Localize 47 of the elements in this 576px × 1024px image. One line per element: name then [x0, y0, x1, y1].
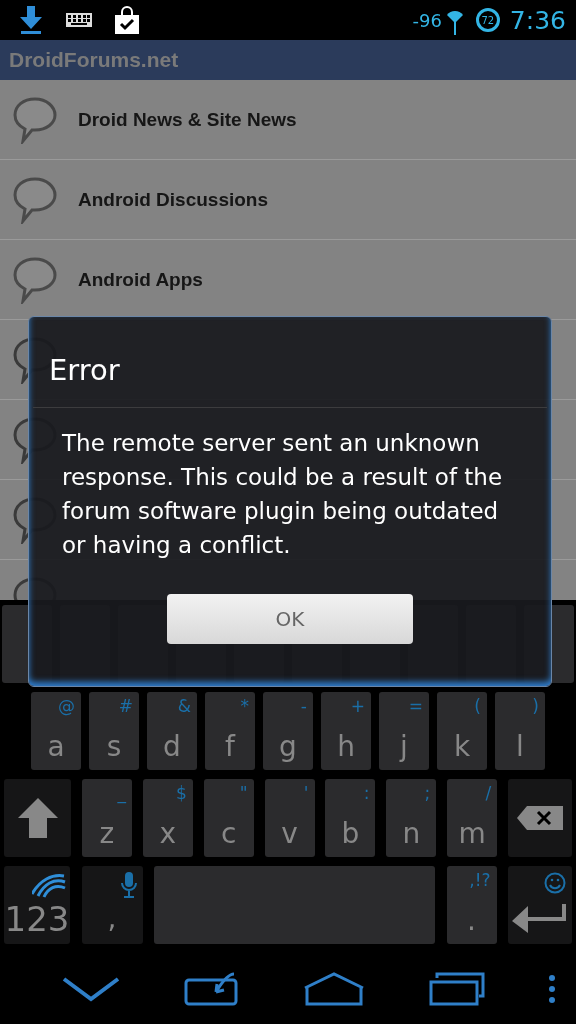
home-icon[interactable] [303, 972, 365, 1006]
speech-bubble-icon [12, 175, 58, 224]
ok-button[interactable]: OK [167, 594, 413, 644]
enter-key[interactable] [508, 866, 572, 944]
rotate-screen-icon[interactable] [183, 972, 240, 1006]
char-key[interactable]: ) l [495, 692, 545, 770]
char-key[interactable]: = j [379, 692, 429, 770]
char-key[interactable]: : b [325, 779, 376, 857]
char-key[interactable]: ,!? . [446, 866, 497, 944]
clock-time: 7:36 [509, 5, 566, 35]
backspace-icon [517, 806, 563, 830]
char-key[interactable]: ( k [437, 692, 487, 770]
shift-key[interactable] [4, 779, 71, 857]
char-key[interactable]: - g [263, 692, 313, 770]
forum-list-item[interactable]: Droid News & Site News [0, 80, 576, 160]
char-key[interactable]: / m [447, 779, 498, 857]
download-icon [18, 5, 44, 35]
char-key[interactable]: + h [321, 692, 371, 770]
overflow-menu-icon[interactable] [548, 974, 556, 1004]
enter-arrow-icon [512, 904, 568, 934]
shopping-bag-check-icon [114, 6, 140, 34]
chevron-down-icon[interactable] [62, 976, 120, 1002]
char-key[interactable]: * f [205, 692, 255, 770]
recent-apps-icon[interactable] [428, 972, 485, 1006]
microphone-icon [120, 872, 137, 898]
dialog-message: The remote server sent an unknown response. This could be a result of the forum software plugin being outdated or having a conflict. [62, 429, 504, 560]
char-key[interactable]: @ a [31, 692, 81, 770]
char-key[interactable]: & d [147, 692, 197, 770]
dialog-title: Error [49, 353, 120, 387]
speech-bubble-icon [12, 255, 58, 304]
swirl-logo-icon [32, 872, 66, 898]
speech-bubble-icon [12, 95, 58, 144]
char-key[interactable]: ' v [264, 779, 315, 857]
battery-level-badge: 72 [475, 8, 500, 32]
voice-key[interactable]: , [81, 866, 143, 944]
char-key[interactable]: _ z [81, 779, 132, 857]
char-key[interactable]: $ x [142, 779, 193, 857]
char-key[interactable]: ; n [386, 779, 437, 857]
keyboard-icon [66, 13, 92, 27]
char-key[interactable]: # s [89, 692, 139, 770]
symbols-key[interactable]: 123 [4, 866, 70, 944]
signal-reading: -96 [412, 9, 442, 31]
app-title: DroidForums.net [9, 48, 179, 72]
forum-list-item[interactable]: Android Discussions [0, 160, 576, 240]
char-key[interactable]: " c [203, 779, 254, 857]
backspace-key[interactable] [508, 779, 572, 857]
smiley-icon [544, 872, 566, 894]
